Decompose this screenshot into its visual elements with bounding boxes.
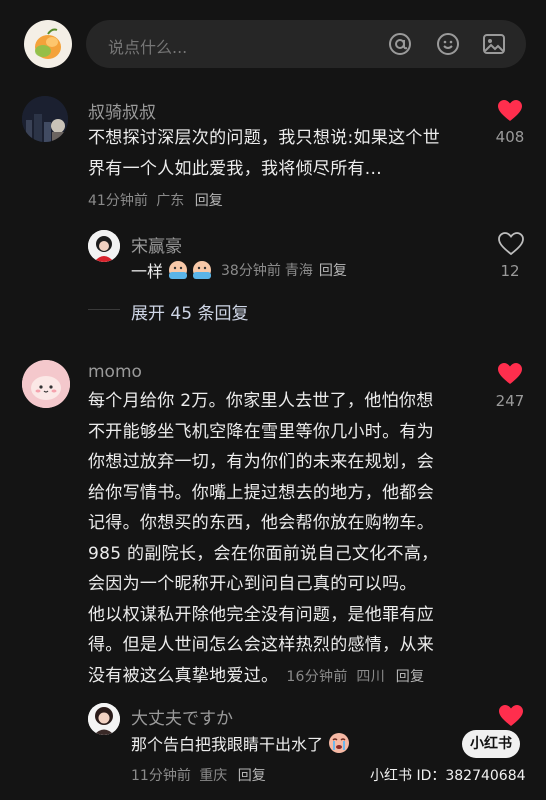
heart-icon[interactable] (498, 704, 524, 728)
xiaohongshu-logo: 小红书 (462, 730, 520, 758)
watermark-id: 小红书 ID：382740684 (370, 768, 526, 784)
comment-meta: 16分钟前 四川 回复 (286, 668, 425, 685)
sweat-emoji-icon (193, 261, 212, 279)
reply-text-row: 一样 38分钟前 青海 回复 (131, 258, 347, 282)
heart-icon[interactable] (497, 99, 523, 123)
emoji-icon[interactable] (436, 32, 460, 56)
reply-text-row: 那个告白把我眼睛干出水了 (131, 731, 351, 755)
sweat-emoji-icon (169, 261, 188, 279)
reply-text: 一样 (131, 262, 164, 281)
comment-input-placeholder: 说点什么... (108, 38, 188, 57)
reply-username[interactable]: 宋赢豪 (131, 232, 182, 257)
mango-icon (35, 28, 61, 59)
girl-avatar-icon (88, 703, 120, 735)
like-count: 247 (495, 392, 525, 410)
image-icon[interactable] (482, 32, 506, 56)
heart-icon[interactable] (497, 362, 523, 386)
expand-replies-button[interactable]: 展开 45 条回复 (131, 299, 248, 324)
city-night-avatar-icon (22, 96, 68, 142)
comment-text: 每个月给你 2万。你家里人去世了，他怕你想 不开能够坐飞机空降在雪里等你几小时。… (88, 386, 438, 692)
comment-meta: 41分钟前 广东 回复 (88, 193, 223, 209)
reply-meta: 11分钟前 重庆 回复 (131, 768, 266, 784)
comment-avatar[interactable] (22, 360, 70, 408)
pink-blob-avatar-icon (22, 360, 70, 408)
heart-outline-icon[interactable] (498, 232, 524, 256)
reply-button[interactable]: 回复 (238, 768, 266, 784)
reply-button[interactable]: 回复 (195, 193, 223, 209)
comment-username[interactable]: momo (88, 362, 142, 382)
at-icon[interactable] (388, 32, 412, 56)
expand-divider (88, 309, 120, 310)
reply-avatar[interactable] (88, 230, 120, 262)
comment-avatar[interactable] (22, 96, 68, 142)
reply-button[interactable]: 回复 (319, 260, 347, 280)
like-count: 408 (495, 128, 525, 146)
reply-button[interactable]: 回复 (396, 669, 425, 685)
comment-input[interactable]: 说点什么... (86, 20, 526, 68)
red-figure-avatar-icon (88, 230, 120, 262)
current-user-avatar[interactable] (24, 20, 72, 68)
crying-emoji-icon (329, 733, 350, 753)
reply-username[interactable]: 大丈夫ですか (131, 704, 233, 729)
like-count: 12 (500, 262, 520, 280)
comment-text: 不想探讨深层次的问题，我只想说:如果这个世 界有一个人如此爱我，我将倾尽所有..… (88, 128, 441, 179)
reply-avatar[interactable] (88, 703, 120, 735)
reply-text: 那个告白把我眼睛干出水了 (131, 735, 324, 754)
comment-username[interactable]: 叔骑叔叔 (88, 98, 156, 123)
